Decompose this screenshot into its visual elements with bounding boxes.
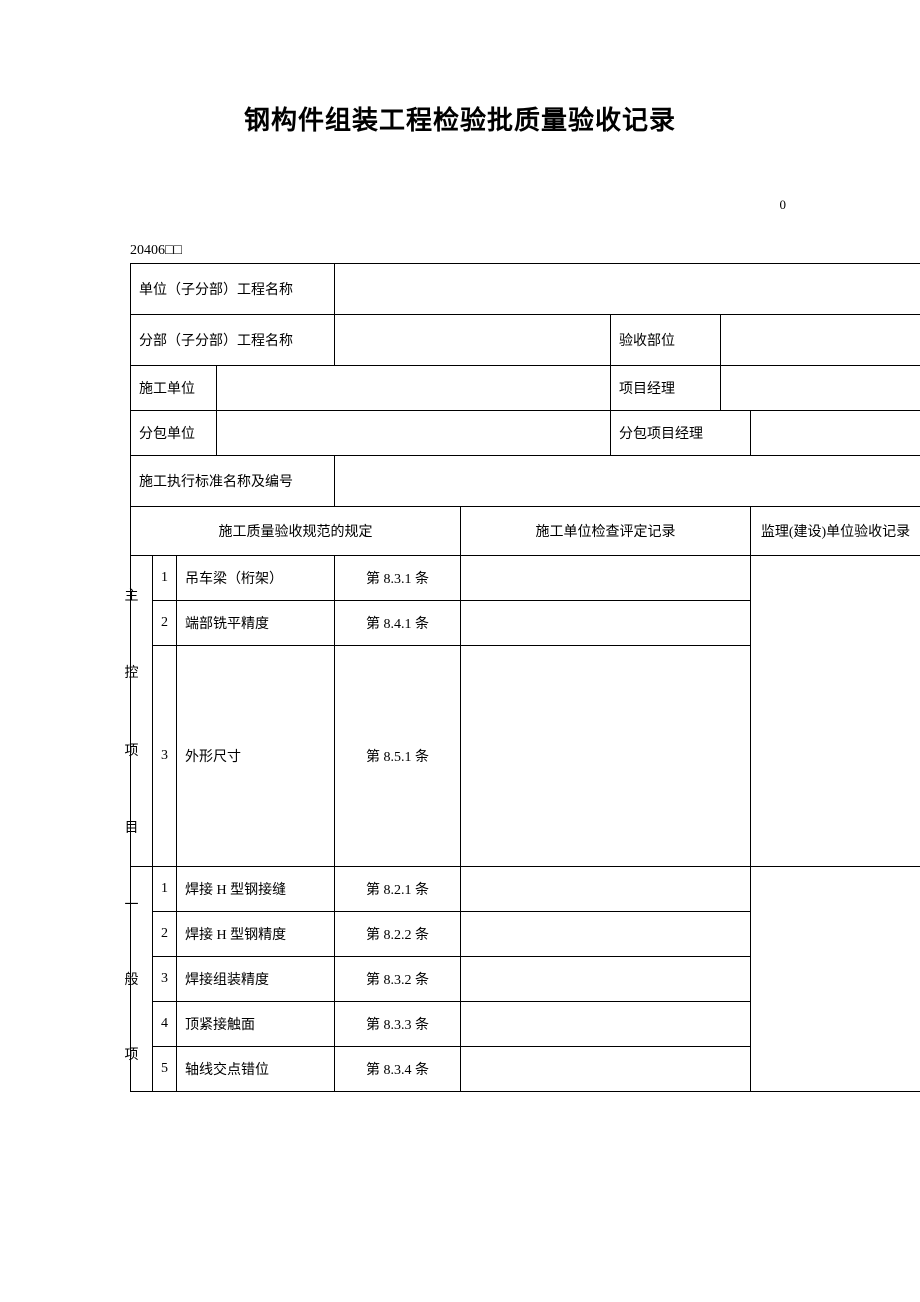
check-record-cell[interactable] <box>461 912 751 957</box>
col-supervision: 监理(建设)单位验收记录 <box>751 507 920 556</box>
general-group-label: 一 般 项 <box>131 867 153 1092</box>
item-number: 4 <box>153 1002 177 1047</box>
col-spec: 施工质量验收规范的规定 <box>131 507 461 556</box>
subcontract-pm-value[interactable] <box>751 411 920 456</box>
item-clause: 第 8.3.2 条 <box>335 957 461 1002</box>
acceptance-part-label: 验收部位 <box>611 315 721 366</box>
item-number: 2 <box>153 912 177 957</box>
acceptance-record-table: 单位（子分部）工程名称 分部（子分部）工程名称 验收部位 施工单位 项目经理 分… <box>130 263 920 1092</box>
check-record-cell[interactable] <box>461 867 751 912</box>
standard-value[interactable] <box>335 456 920 507</box>
construction-unit-label: 施工单位 <box>131 366 217 411</box>
check-record-cell[interactable] <box>461 1002 751 1047</box>
check-record-cell[interactable] <box>461 957 751 1002</box>
project-manager-label: 项目经理 <box>611 366 721 411</box>
table-row: 主 控 项 目 1 吊车梁（桁架） 第 8.3.1 条 <box>131 556 920 601</box>
check-record-cell[interactable] <box>461 1047 751 1092</box>
item-clause: 第 8.5.1 条 <box>335 646 461 867</box>
item-name: 顶紧接触面 <box>177 1002 335 1047</box>
item-name: 吊车梁（桁架） <box>177 556 335 601</box>
form-code: 20406□□ <box>130 243 790 259</box>
col-check: 施工单位检查评定记录 <box>461 507 751 556</box>
division-project-label: 分部（子分部）工程名称 <box>131 315 335 366</box>
check-record-cell[interactable] <box>461 556 751 601</box>
item-name: 焊接 H 型钢接缝 <box>177 867 335 912</box>
standard-label: 施工执行标准名称及编号 <box>131 456 335 507</box>
item-name: 端部铣平精度 <box>177 601 335 646</box>
item-name: 外形尺寸 <box>177 646 335 867</box>
item-clause: 第 8.3.1 条 <box>335 556 461 601</box>
document-title: 钢构件组装工程检验批质量验收记录 <box>130 100 790 137</box>
item-clause: 第 8.4.1 条 <box>335 601 461 646</box>
supervision-record-cell[interactable] <box>751 867 920 1092</box>
item-clause: 第 8.2.2 条 <box>335 912 461 957</box>
top-right-marker: 0 <box>130 197 790 213</box>
item-name: 焊接 H 型钢精度 <box>177 912 335 957</box>
construction-unit-value[interactable] <box>217 366 611 411</box>
subcontract-unit-value[interactable] <box>217 411 611 456</box>
item-clause: 第 8.2.1 条 <box>335 867 461 912</box>
project-manager-value[interactable] <box>721 366 920 411</box>
item-clause: 第 8.3.3 条 <box>335 1002 461 1047</box>
check-record-cell[interactable] <box>461 646 751 867</box>
item-number: 2 <box>153 601 177 646</box>
unit-project-value[interactable] <box>335 264 920 315</box>
main-control-group-label: 主 控 项 目 <box>131 556 153 867</box>
item-name: 轴线交点错位 <box>177 1047 335 1092</box>
division-project-value[interactable] <box>335 315 611 366</box>
acceptance-part-value[interactable] <box>721 315 920 366</box>
subcontract-unit-label: 分包单位 <box>131 411 217 456</box>
item-name: 焊接组装精度 <box>177 957 335 1002</box>
unit-project-label: 单位（子分部）工程名称 <box>131 264 335 315</box>
check-record-cell[interactable] <box>461 601 751 646</box>
supervision-record-cell[interactable] <box>751 556 920 867</box>
item-clause: 第 8.3.4 条 <box>335 1047 461 1092</box>
table-row: 一 般 项 1 焊接 H 型钢接缝 第 8.2.1 条 <box>131 867 920 912</box>
subcontract-pm-label: 分包项目经理 <box>611 411 751 456</box>
